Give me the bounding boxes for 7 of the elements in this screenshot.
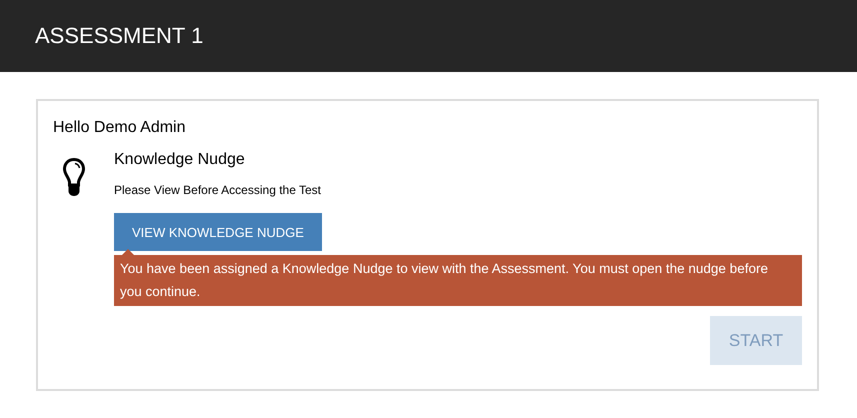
error-message: You have been assigned a Knowledge Nudge to view with the Assessment. You must open the nudge before you continue. (114, 255, 802, 306)
nudge-title: Knowledge Nudge (114, 151, 246, 169)
lightbulb-icon (62, 157, 86, 197)
view-nudge-button[interactable]: VIEW KNOWLEDGE NUDGE (114, 213, 322, 251)
nudge-subtitle: Please View Before Accessing the Test (114, 183, 322, 197)
greeting-text: Hello Demo Admin (53, 119, 186, 137)
page-title: ASSESSMENT 1 (35, 23, 204, 49)
